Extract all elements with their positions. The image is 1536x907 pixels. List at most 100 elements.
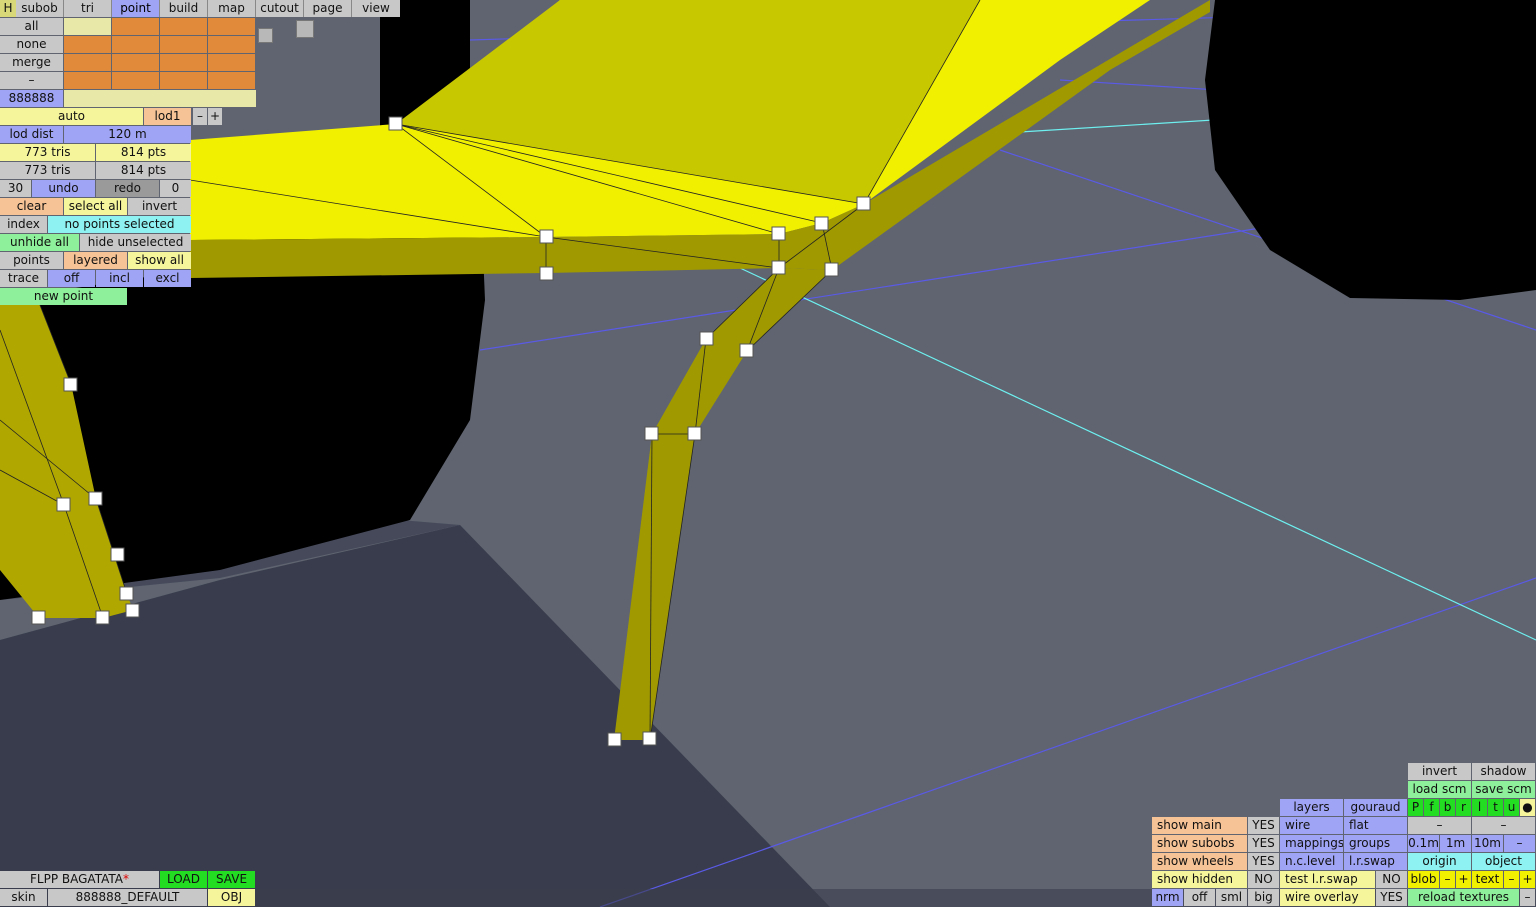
grid-cell[interactable] [160, 36, 207, 53]
id-name-field[interactable] [64, 90, 256, 107]
show-subobs-label[interactable]: show subobs [1152, 835, 1247, 852]
show-hidden-label[interactable]: show hidden [1152, 871, 1247, 888]
flag-b-button[interactable]: b [1440, 799, 1455, 816]
vertex-handle[interactable] [63, 377, 78, 392]
grid-cell[interactable] [112, 36, 159, 53]
small-tool-button[interactable] [258, 28, 273, 43]
flag-f-button[interactable]: f [1424, 799, 1439, 816]
load-scm-button[interactable]: load scm [1408, 781, 1471, 798]
layers-button[interactable]: layers [1280, 799, 1343, 816]
obj-button[interactable]: OBJ [208, 889, 255, 906]
small-tool-button[interactable] [296, 20, 314, 38]
invert-selection-button[interactable]: invert [128, 198, 191, 215]
show-wheels-value[interactable]: YES [1248, 853, 1279, 870]
sml-button[interactable]: sml [1216, 889, 1247, 906]
vertex-handle[interactable] [642, 731, 657, 746]
wire-overlay-label[interactable]: wire overlay [1280, 889, 1375, 906]
vertex-handle[interactable] [856, 196, 871, 211]
reload-minus-button[interactable]: – [1520, 889, 1535, 906]
select-none-button[interactable]: none [0, 36, 63, 53]
skin-value[interactable]: 888888_DEFAULT [48, 889, 207, 906]
blob-button[interactable]: blob [1408, 871, 1439, 888]
flag-t-button[interactable]: t [1488, 799, 1503, 816]
layered-button[interactable]: layered [64, 252, 127, 269]
lod-dist-label[interactable]: lod dist [0, 126, 63, 143]
lod-plus-button[interactable]: + [208, 108, 222, 125]
origin-button[interactable]: origin [1408, 853, 1471, 870]
vertex-handle[interactable] [824, 262, 839, 277]
wire-button[interactable]: wire [1280, 817, 1343, 834]
grid-cell[interactable] [208, 72, 255, 89]
grid-cell[interactable] [64, 18, 111, 35]
grid-10m-button[interactable]: 10m [1472, 835, 1503, 852]
dash-button-2[interactable]: – [1472, 817, 1535, 834]
big-button[interactable]: big [1248, 889, 1279, 906]
dash-button-1[interactable]: – [1408, 817, 1471, 834]
test-lr-swap-label[interactable]: test l.r.swap [1280, 871, 1375, 888]
excl-button[interactable]: excl [144, 270, 191, 287]
car-name[interactable]: FLPP BAGATATA* [0, 871, 159, 888]
grid-cell[interactable] [112, 18, 159, 35]
groups-button[interactable]: groups [1344, 835, 1407, 852]
points-button[interactable]: points [0, 252, 63, 269]
test-lr-swap-value[interactable]: NO [1376, 871, 1407, 888]
hide-unselected-button[interactable]: hide unselected [80, 234, 191, 251]
vertex-handle[interactable] [56, 497, 71, 512]
vertex-handle[interactable] [771, 226, 786, 241]
grid-cell[interactable] [64, 36, 111, 53]
trace-button[interactable]: trace [0, 270, 47, 287]
invert-button[interactable]: invert [1408, 763, 1471, 780]
text-minus-button[interactable]: – [1504, 871, 1519, 888]
minus-button[interactable]: – [0, 72, 63, 89]
flag-l-button[interactable]: l [1472, 799, 1487, 816]
vertex-handle[interactable] [814, 216, 829, 231]
nrm-button[interactable]: nrm [1152, 889, 1183, 906]
load-button[interactable]: LOAD [160, 871, 207, 888]
trace-off-button[interactable]: off [48, 270, 95, 287]
show-subobs-value[interactable]: YES [1248, 835, 1279, 852]
grid-cell[interactable] [208, 54, 255, 71]
grid-cell[interactable] [64, 72, 111, 89]
size-off-button[interactable]: off [1184, 889, 1215, 906]
flag-r-button[interactable]: r [1456, 799, 1471, 816]
vertex-handle[interactable] [687, 426, 702, 441]
tab-build[interactable]: build [160, 0, 208, 17]
lod-select-button[interactable]: lod1 [144, 108, 191, 125]
save-scm-button[interactable]: save scm [1472, 781, 1535, 798]
flat-button[interactable]: flat [1344, 817, 1407, 834]
tab-cutout[interactable]: cutout [256, 0, 304, 17]
gouraud-button[interactable]: gouraud [1344, 799, 1407, 816]
grid-cell[interactable] [160, 18, 207, 35]
mappings-button[interactable]: mappings [1280, 835, 1343, 852]
flag-u-button[interactable]: u [1504, 799, 1519, 816]
undo-button[interactable]: undo [32, 180, 95, 197]
merge-button[interactable]: merge [0, 54, 63, 71]
grid-cell[interactable] [112, 72, 159, 89]
select-all-points-button[interactable]: select all [64, 198, 127, 215]
grid-1m-button[interactable]: 1m [1440, 835, 1471, 852]
vertex-handle[interactable] [771, 260, 786, 275]
id-label[interactable]: 888888 [0, 90, 63, 107]
tab-page[interactable]: page [304, 0, 352, 17]
save-button[interactable]: SAVE [208, 871, 255, 888]
vertex-handle[interactable] [539, 266, 554, 281]
grid-cell[interactable] [112, 54, 159, 71]
tab-map[interactable]: map [208, 0, 256, 17]
vertex-handle[interactable] [88, 491, 103, 506]
select-all-button[interactable]: all [0, 18, 63, 35]
redo-button[interactable]: redo [96, 180, 159, 197]
grid-cell[interactable] [160, 54, 207, 71]
grid-cell[interactable] [208, 36, 255, 53]
object-button[interactable]: object [1472, 853, 1535, 870]
wire-overlay-value[interactable]: YES [1376, 889, 1407, 906]
lr-swap-button[interactable]: l.r.swap [1344, 853, 1407, 870]
vertex-handle[interactable] [95, 610, 110, 625]
blob-plus-button[interactable]: + [1456, 871, 1471, 888]
unhide-all-button[interactable]: unhide all [0, 234, 79, 251]
index-button[interactable]: index [0, 216, 47, 233]
new-point-button[interactable]: new point [0, 288, 127, 305]
grid-01m-button[interactable]: 0.1m [1408, 835, 1439, 852]
grid-cell[interactable] [64, 54, 111, 71]
grid-cell[interactable] [160, 72, 207, 89]
incl-button[interactable]: incl [96, 270, 143, 287]
